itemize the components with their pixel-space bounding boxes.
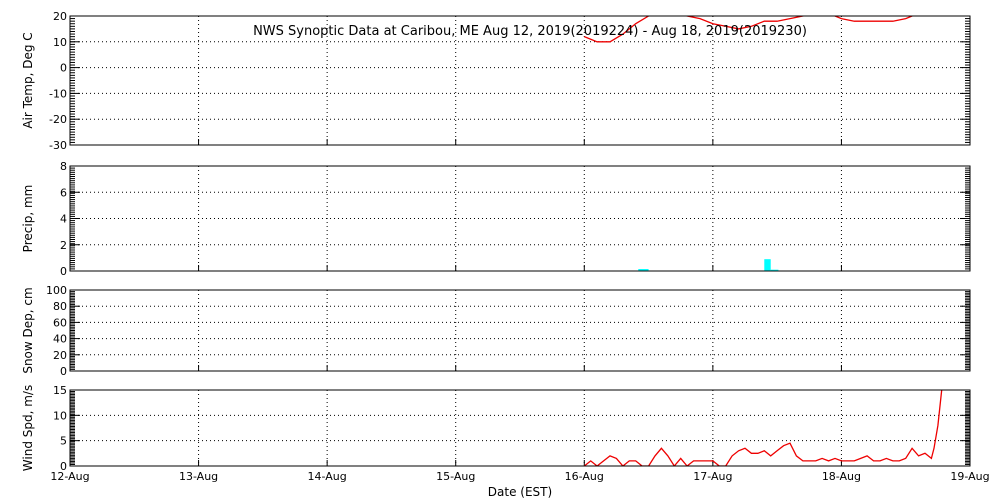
x-tick-label: 19-Aug <box>950 470 989 483</box>
y-tick-label: 80 <box>53 300 67 313</box>
y-axis-label: Air Temp, Deg C <box>21 32 35 128</box>
x-axis-label: Date (EST) <box>488 485 552 499</box>
y-tick-label: 20 <box>53 349 67 362</box>
panel-precip: 8 6 4 2 0 Precip, mm <box>21 160 971 278</box>
chart-title: NWS Synoptic Data at Caribou, ME Aug 12,… <box>253 24 807 39</box>
y-tick-label: 10 <box>53 409 67 422</box>
y-tick-label: 0 <box>60 265 67 278</box>
x-tick-label: 13-Aug <box>179 470 218 483</box>
panel-snowdep: 100 80 60 40 20 0 Snow Dep, cm <box>21 284 971 378</box>
y-tick-label: 10 <box>53 36 67 49</box>
y-tick-label: 6 <box>60 186 67 199</box>
series-line-windspd <box>583 390 943 466</box>
y-tick-label: 0 <box>60 62 67 75</box>
y-tick-label: 40 <box>53 333 67 346</box>
y-axis-label: Precip, mm <box>21 185 35 253</box>
y-axis-label: Snow Dep, cm <box>21 287 35 373</box>
y-tick-label: 0 <box>60 365 67 378</box>
y-tick-label: -30 <box>49 139 67 152</box>
x-tick-label: 18-Aug <box>822 470 861 483</box>
y-tick-label: -10 <box>49 87 67 100</box>
x-tick-label: 12-Aug <box>50 470 89 483</box>
x-tick-label: 17-Aug <box>693 470 732 483</box>
precip-bar <box>764 259 771 271</box>
panel-frame <box>69 289 971 372</box>
x-tick-labels: 12-Aug 13-Aug 14-Aug 15-Aug 16-Aug 17-Aug 18-A… <box>50 470 989 483</box>
y-tick-label: 8 <box>60 160 67 173</box>
panel-windspd: 151050Wind Spd, m/s <box>21 384 971 473</box>
y-tick-label: 100 <box>46 284 67 297</box>
chart-panels: 20100-10-20-30Air Temp, Deg C86420Precip… <box>21 10 971 473</box>
y-tick-label: 60 <box>53 316 67 329</box>
panel-frame <box>69 389 971 467</box>
y-tick-label: 20 <box>53 10 67 23</box>
weather-chart: 20100-10-20-30Air Temp, Deg C86420Precip… <box>21 10 990 499</box>
y-axis-label: Wind Spd, m/s <box>21 385 35 471</box>
y-tick-label: 4 <box>60 213 67 226</box>
y-tick-label: 15 <box>53 384 67 397</box>
y-tick-label: 5 <box>60 435 67 448</box>
x-tick-label: 15-Aug <box>436 470 475 483</box>
x-tick-label: 14-Aug <box>308 470 347 483</box>
y-tick-label: -20 <box>49 113 67 126</box>
y-tick-label: 2 <box>60 239 67 252</box>
x-tick-label: 16-Aug <box>565 470 604 483</box>
